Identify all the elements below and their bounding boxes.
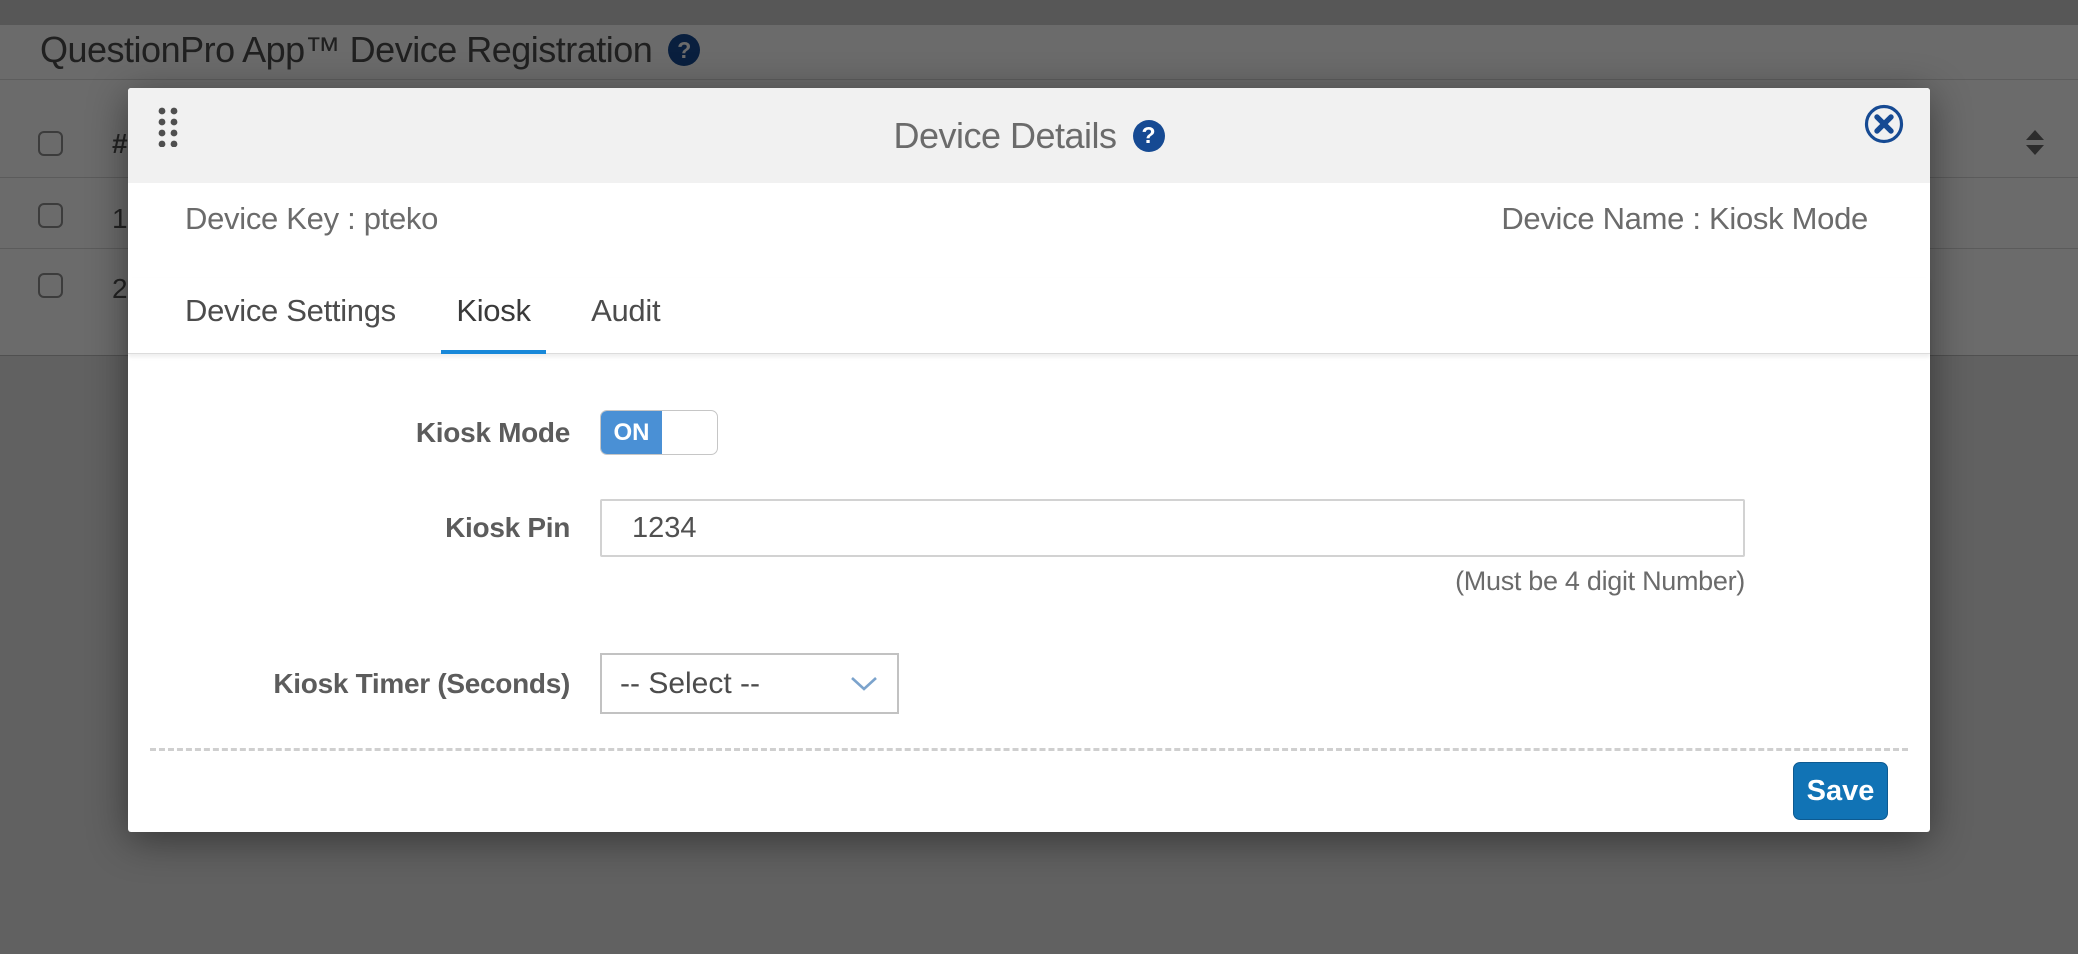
kiosk-pin-label: Kiosk Pin bbox=[128, 499, 570, 557]
device-details-modal: Device Details ? Device Key : pteko Devi… bbox=[128, 88, 1930, 832]
tab-audit[interactable]: Audit bbox=[576, 278, 675, 354]
device-key: Device Key : pteko bbox=[185, 201, 438, 237]
modal-title: Device Details bbox=[893, 115, 1116, 157]
kiosk-timer-select[interactable]: -- Select -- bbox=[600, 653, 899, 714]
kiosk-mode-label: Kiosk Mode bbox=[128, 410, 570, 455]
kiosk-pin-hint: (Must be 4 digit Number) bbox=[1455, 566, 1745, 597]
toggle-on-label: ON bbox=[601, 411, 662, 454]
kiosk-timer-label: Kiosk Timer (Seconds) bbox=[128, 653, 570, 714]
kiosk-timer-value: -- Select -- bbox=[620, 667, 849, 701]
save-button[interactable]: Save bbox=[1793, 762, 1888, 820]
screen: QuestionPro App™ Device Registration ? #… bbox=[0, 0, 2078, 954]
divider bbox=[150, 748, 1908, 751]
tab-bar: Device Settings Kiosk Audit bbox=[128, 278, 1930, 354]
kiosk-mode-toggle[interactable]: ON bbox=[600, 410, 718, 455]
device-name: Device Name : Kiosk Mode bbox=[1501, 201, 1868, 237]
kiosk-pin-input[interactable] bbox=[600, 499, 1745, 557]
chevron-down-icon bbox=[849, 675, 879, 693]
close-icon[interactable] bbox=[1863, 103, 1905, 145]
modal-header: Device Details ? bbox=[128, 88, 1930, 183]
tab-kiosk[interactable]: Kiosk bbox=[441, 278, 545, 354]
modal-help-icon[interactable]: ? bbox=[1133, 120, 1165, 152]
tab-device-settings[interactable]: Device Settings bbox=[170, 278, 411, 354]
